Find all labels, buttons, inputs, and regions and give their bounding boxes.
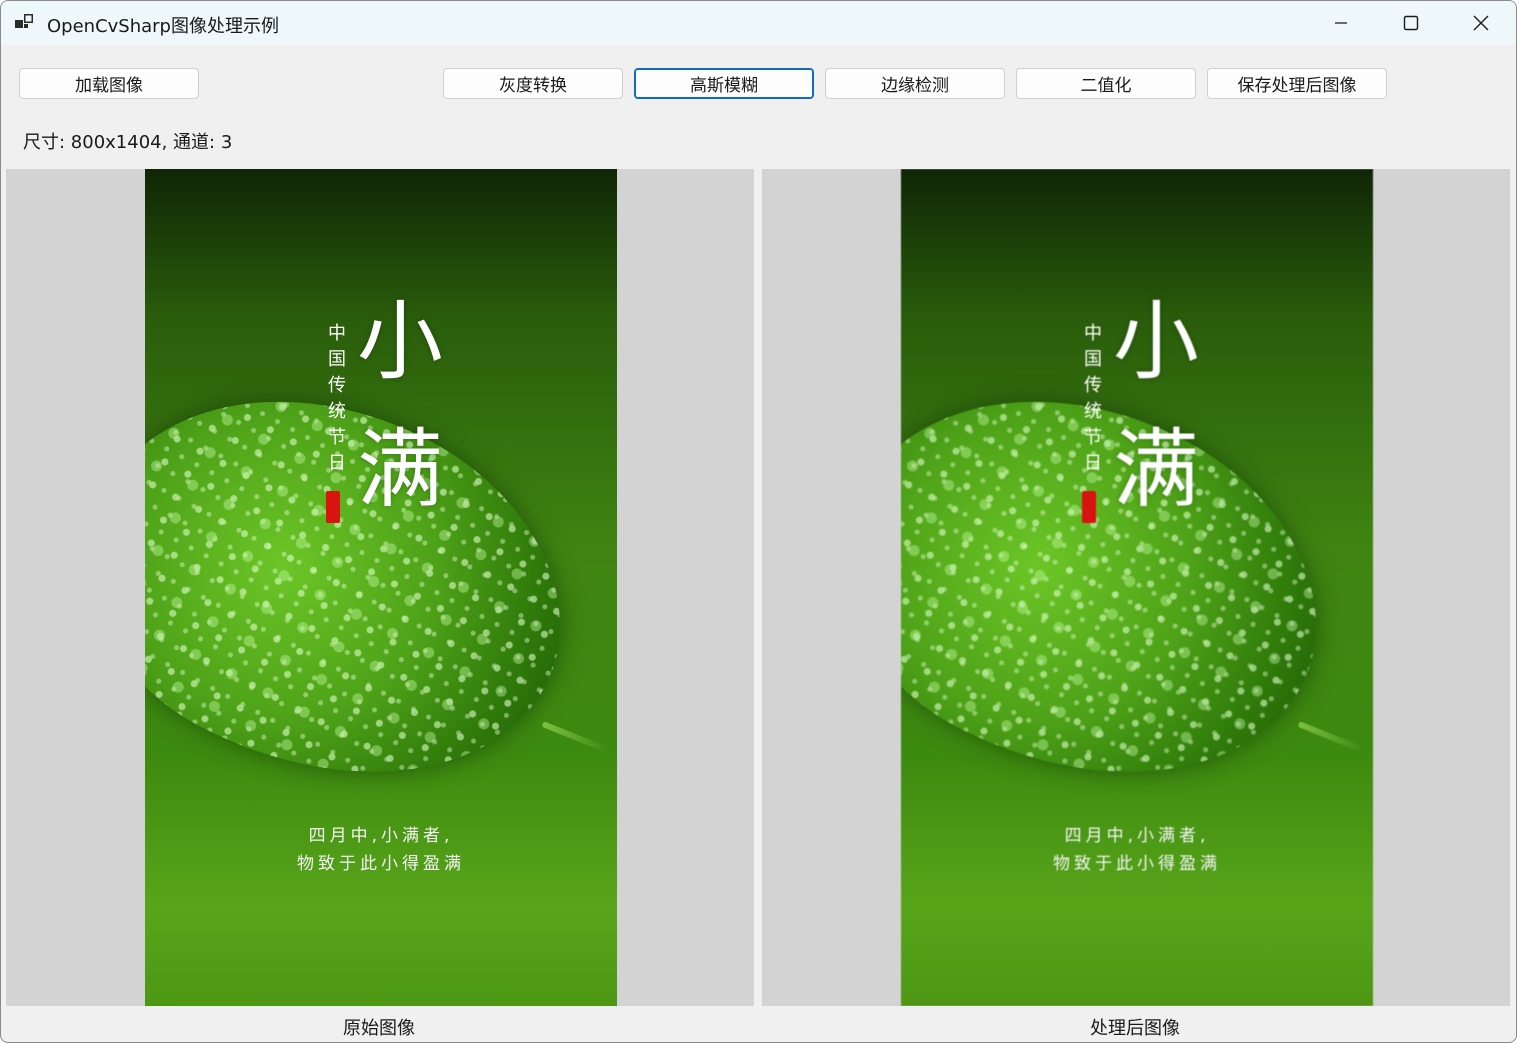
poster-vertical-text: 中国传统节日 xyxy=(1084,323,1102,474)
poster-char-man: 满 xyxy=(1113,420,1199,520)
main-window: OpenCvSharp图像处理示例 加载图像 灰度转换 高斯模糊 边缘检测 二值… xyxy=(0,0,1517,1043)
poster-poem-line2: 物致于此小得盈满 xyxy=(1053,854,1221,874)
poster-poem-line1: 四月中,小满者, xyxy=(1064,826,1210,846)
grayscale-button[interactable]: 灰度转换 xyxy=(443,68,623,99)
original-image: 小 满 中国传统节日 四月中,小满者, 物致于此小得盈满 xyxy=(145,169,617,1006)
poster-vertical-text: 中国传统节日 xyxy=(328,323,346,474)
maximize-button[interactable] xyxy=(1376,1,1446,45)
binarize-button[interactable]: 二值化 xyxy=(1016,68,1196,99)
poster-seal xyxy=(1082,491,1096,523)
processed-image-caption: 处理后图像 xyxy=(1090,1018,1180,1039)
poster-char-man: 满 xyxy=(357,420,443,520)
processed-image: 小 满 中国传统节日 四月中,小满者, 物致于此小得盈满 xyxy=(901,169,1373,1006)
poster-char-xiao: 小 xyxy=(1113,292,1199,392)
poster-poem-line1: 四月中,小满者, xyxy=(308,826,454,846)
poster-poem-line2: 物致于此小得盈满 xyxy=(297,854,465,874)
window-title: OpenCvSharp图像处理示例 xyxy=(47,16,279,37)
close-button[interactable] xyxy=(1446,1,1516,45)
gaussian-blur-button[interactable]: 高斯模糊 xyxy=(634,68,814,99)
title-bar[interactable]: OpenCvSharp图像处理示例 xyxy=(1,1,1516,45)
close-icon xyxy=(1473,15,1489,31)
app-icon xyxy=(15,14,33,28)
edge-detect-button[interactable]: 边缘检测 xyxy=(825,68,1005,99)
save-processed-button[interactable]: 保存处理后图像 xyxy=(1207,68,1387,99)
leaf-graphic xyxy=(901,317,1373,861)
poster-char-xiao: 小 xyxy=(357,292,443,392)
load-image-button[interactable]: 加载图像 xyxy=(19,68,199,99)
original-picture-box: 小 满 中国传统节日 四月中,小满者, 物致于此小得盈满 xyxy=(6,169,754,1006)
minimize-icon xyxy=(1335,22,1347,24)
image-info-label: 尺寸: 800x1404, 通道: 3 xyxy=(23,132,233,153)
poster-seal xyxy=(326,491,340,523)
processed-picture-box: 小 满 中国传统节日 四月中,小满者, 物致于此小得盈满 xyxy=(762,169,1510,1006)
maximize-icon xyxy=(1403,15,1419,31)
minimize-button[interactable] xyxy=(1306,1,1376,45)
original-image-caption: 原始图像 xyxy=(343,1018,415,1039)
leaf-graphic xyxy=(145,317,617,861)
